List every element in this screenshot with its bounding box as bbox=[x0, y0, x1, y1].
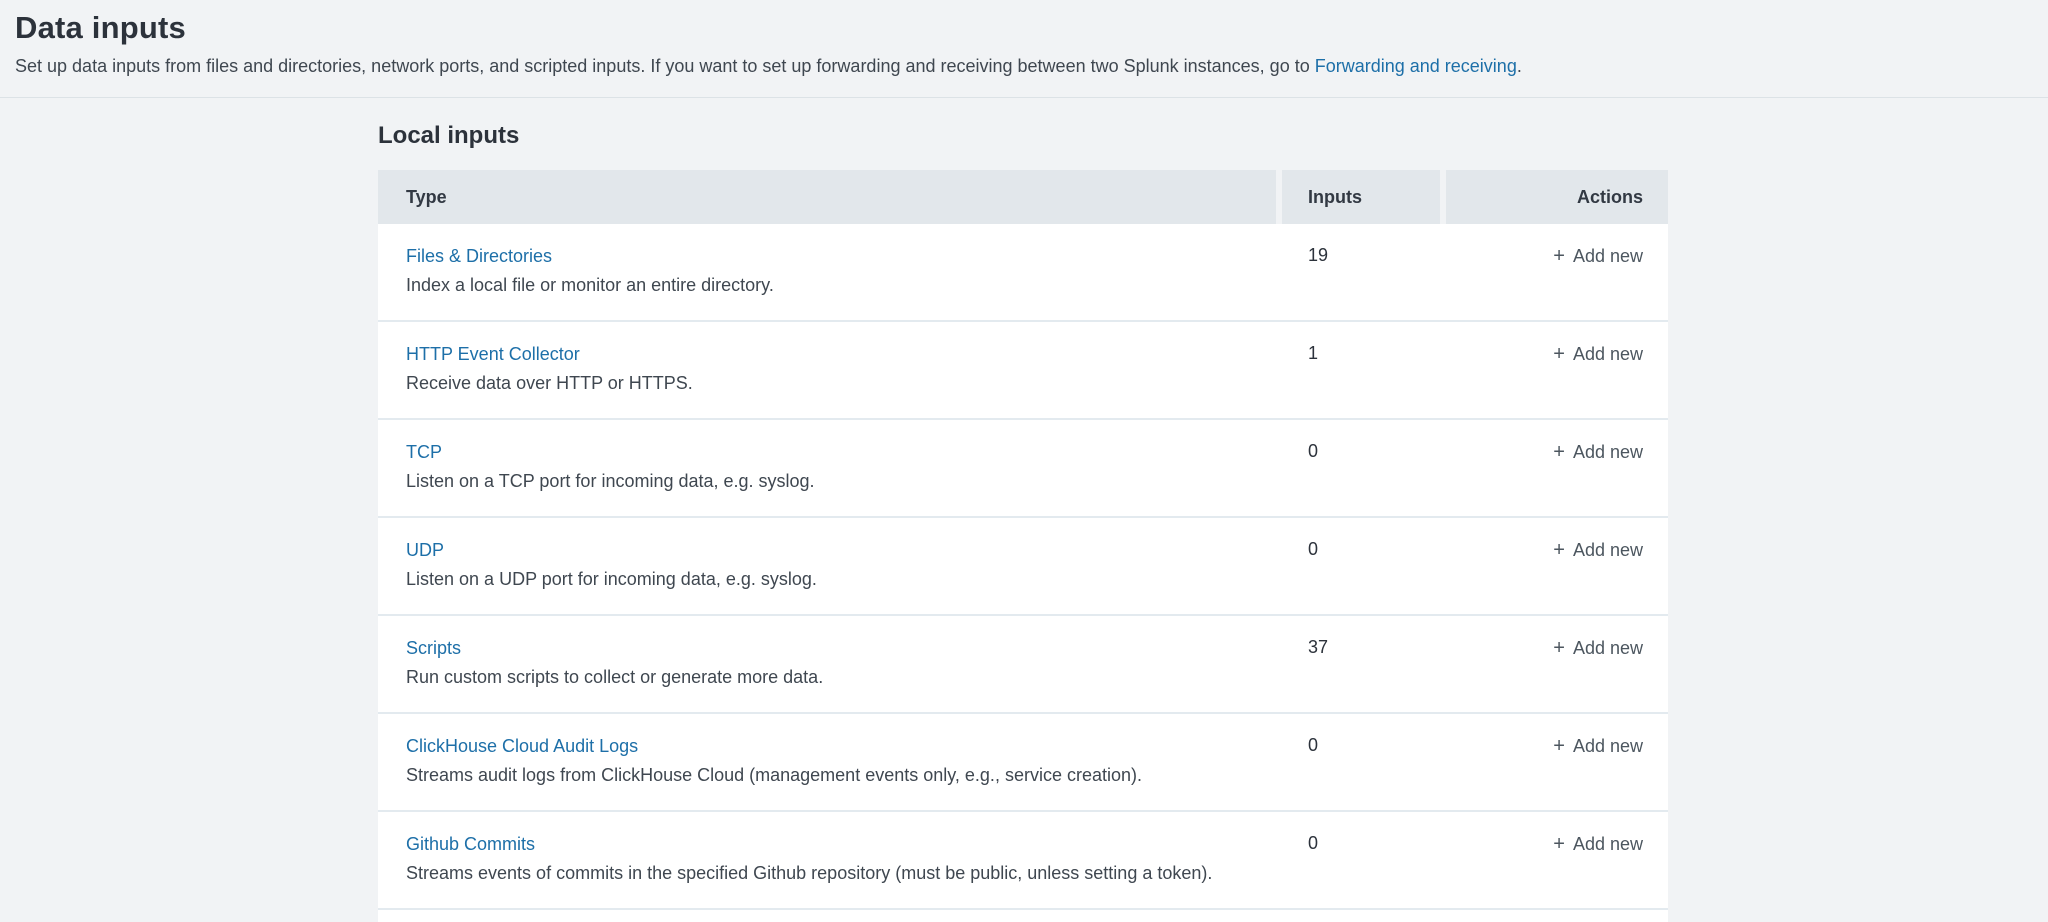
local-inputs-heading: Local inputs bbox=[378, 122, 2048, 150]
add-new-button[interactable]: + Add new bbox=[1553, 638, 1643, 658]
add-new-label: Add new bbox=[1573, 442, 1643, 462]
add-new-label: Add new bbox=[1573, 638, 1643, 658]
actions-cell: + Add new bbox=[1446, 812, 1668, 908]
type-cell: Github Commits Streams events of commits… bbox=[378, 812, 1282, 908]
column-header-inputs: Inputs bbox=[1282, 170, 1440, 224]
input-type-link[interactable]: TCP bbox=[406, 441, 442, 463]
plus-icon: + bbox=[1553, 441, 1565, 463]
table-row: Files & Directories Index a local file o… bbox=[378, 224, 1668, 322]
page-title: Data inputs bbox=[15, 10, 2028, 46]
page-header: Data inputs Set up data inputs from file… bbox=[0, 0, 2048, 98]
table-row: Github Commits Streams events of commits… bbox=[378, 812, 1668, 910]
type-cell: Files & Directories Index a local file o… bbox=[378, 224, 1282, 320]
add-new-button[interactable]: + Add new bbox=[1553, 834, 1643, 854]
inputs-count: 37 bbox=[1282, 616, 1446, 712]
page-intro: Set up data inputs from files and direct… bbox=[15, 54, 2028, 78]
actions-cell: + Add new bbox=[1446, 420, 1668, 516]
inputs-count: 0 bbox=[1282, 518, 1446, 614]
input-type-description: Run custom scripts to collect or generat… bbox=[406, 666, 1262, 688]
add-new-label: Add new bbox=[1573, 344, 1643, 364]
add-new-label: Add new bbox=[1573, 834, 1643, 854]
forwarding-and-receiving-link[interactable]: Forwarding and receiving bbox=[1315, 56, 1517, 76]
input-type-link[interactable]: Scripts bbox=[406, 637, 461, 659]
plus-icon: + bbox=[1553, 539, 1565, 561]
inputs-count: 0 bbox=[1282, 420, 1446, 516]
input-type-link[interactable]: Github Commits bbox=[406, 833, 535, 855]
input-type-description: Listen on a TCP port for incoming data, … bbox=[406, 470, 1262, 492]
input-type-description: Receive data over HTTP or HTTPS. bbox=[406, 372, 1262, 394]
actions-cell: + Add new bbox=[1446, 322, 1668, 418]
inputs-count: 19 bbox=[1282, 224, 1446, 320]
input-type-link[interactable]: HTTP Event Collector bbox=[406, 343, 580, 365]
plus-icon: + bbox=[1553, 245, 1565, 267]
input-type-description: Listen on a UDP port for incoming data, … bbox=[406, 568, 1262, 590]
inputs-count: 1 bbox=[1282, 322, 1446, 418]
actions-cell: + Add new bbox=[1446, 714, 1668, 810]
table-row: HTTP Event Collector Receive data over H… bbox=[378, 322, 1668, 420]
table-row: TCP Listen on a TCP port for incoming da… bbox=[378, 420, 1668, 518]
type-cell: TCP Listen on a TCP port for incoming da… bbox=[378, 420, 1282, 516]
actions-cell: + Add new bbox=[1446, 224, 1668, 320]
plus-icon: + bbox=[1553, 735, 1565, 757]
table-row: ClickHouse Cloud Audit Logs Streams audi… bbox=[378, 714, 1668, 812]
add-new-button[interactable]: + Add new bbox=[1553, 246, 1643, 266]
plus-icon: + bbox=[1553, 343, 1565, 365]
input-type-link[interactable]: UDP bbox=[406, 539, 444, 561]
plus-icon: + bbox=[1553, 833, 1565, 855]
input-type-link[interactable]: Files & Directories bbox=[406, 245, 552, 267]
column-header-actions: Actions bbox=[1446, 170, 1668, 224]
actions-cell: + Add new bbox=[1446, 518, 1668, 614]
input-type-description: Streams events of commits in the specifi… bbox=[406, 862, 1262, 884]
main-content: Local inputs Type Inputs Actions Files &… bbox=[0, 98, 2048, 922]
type-cell: HTTP Event Collector Receive data over H… bbox=[378, 322, 1282, 418]
add-new-label: Add new bbox=[1573, 246, 1643, 266]
add-new-button[interactable]: + Add new bbox=[1553, 736, 1643, 756]
add-new-label: Add new bbox=[1573, 540, 1643, 560]
local-inputs-table: Type Inputs Actions Files & Directories … bbox=[378, 170, 1668, 922]
type-cell: Scripts Run custom scripts to collect or… bbox=[378, 616, 1282, 712]
add-new-label: Add new bbox=[1573, 736, 1643, 756]
type-cell: ClickHouse Cloud Audit Logs Streams audi… bbox=[378, 714, 1282, 810]
inputs-count: 0 bbox=[1282, 714, 1446, 810]
plus-icon: + bbox=[1553, 637, 1565, 659]
add-new-button[interactable]: + Add new bbox=[1553, 442, 1643, 462]
column-header-type: Type bbox=[378, 170, 1276, 224]
input-type-description: Index a local file or monitor an entire … bbox=[406, 274, 1262, 296]
add-new-button[interactable]: + Add new bbox=[1553, 344, 1643, 364]
add-new-button[interactable]: + Add new bbox=[1553, 540, 1643, 560]
intro-text: Set up data inputs from files and direct… bbox=[15, 56, 1315, 76]
input-type-description: Streams audit logs from ClickHouse Cloud… bbox=[406, 764, 1262, 786]
intro-suffix: . bbox=[1517, 56, 1522, 76]
table-row: Scripts Run custom scripts to collect or… bbox=[378, 616, 1668, 714]
input-type-link[interactable]: ClickHouse Cloud Audit Logs bbox=[406, 735, 638, 757]
table-row: UDP Listen on a UDP port for incoming da… bbox=[378, 518, 1668, 616]
table-header-row: Type Inputs Actions bbox=[378, 170, 1668, 224]
inputs-count: 0 bbox=[1282, 812, 1446, 908]
actions-cell: + Add new bbox=[1446, 616, 1668, 712]
table-body: Files & Directories Index a local file o… bbox=[378, 224, 1668, 910]
type-cell: UDP Listen on a UDP port for incoming da… bbox=[378, 518, 1282, 614]
partial-next-row bbox=[378, 910, 1668, 922]
